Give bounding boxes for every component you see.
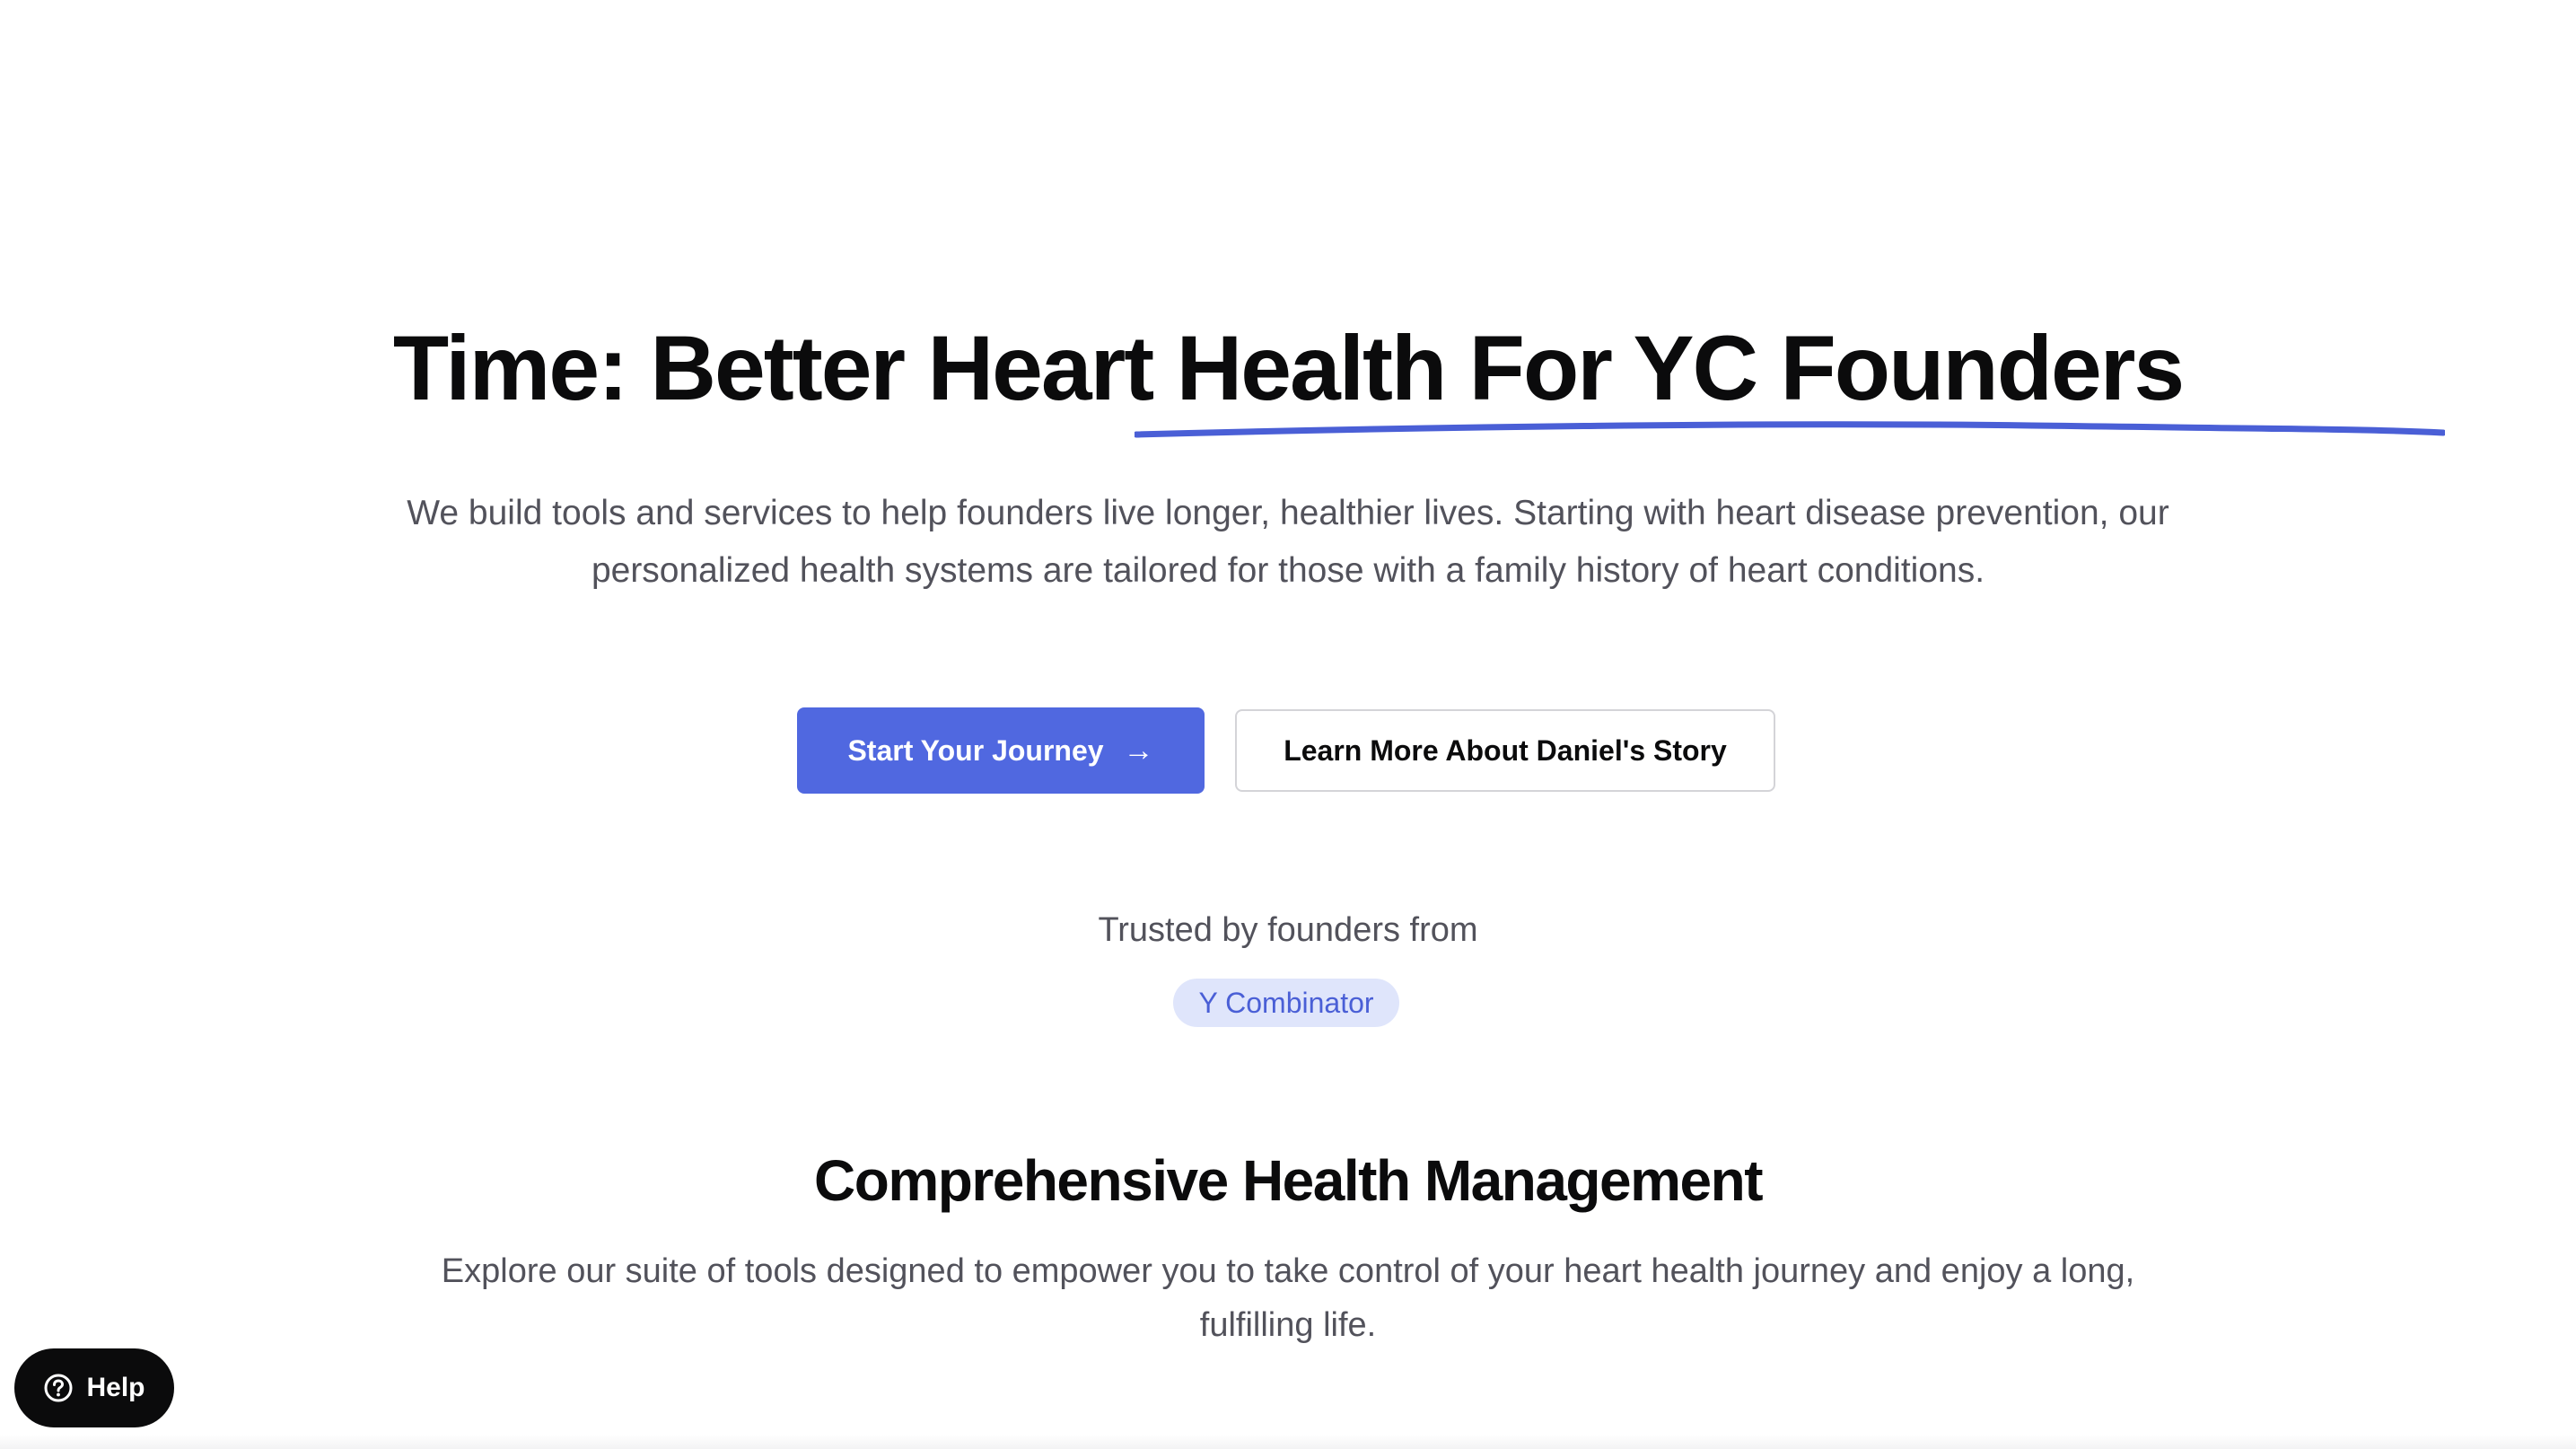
learn-more-button[interactable]: Learn More About Daniel's Story (1235, 709, 1775, 792)
cta-row: Start Your Journey → Learn More About Da… (0, 707, 2576, 795)
section-subtitle: Explore our suite of tools designed to e… (441, 1252, 2135, 1344)
help-label: Help (86, 1373, 145, 1402)
start-journey-button[interactable]: Start Your Journey → (797, 707, 1205, 794)
hero-subtitle: We build tools and services to help foun… (407, 494, 2169, 590)
start-journey-label: Start Your Journey (847, 733, 1104, 767)
y-combinator-badge: Y Combinator (1173, 979, 1399, 1027)
learn-more-label: Learn More About Daniel's Story (1284, 733, 1727, 767)
question-circle-icon (44, 1374, 73, 1402)
hero-title: Time: Better Heart Health For YC Founder… (392, 317, 2185, 419)
section-title: Comprehensive Health Management (814, 1148, 1764, 1213)
hero-section: Time: Better Heart Health For YC Founder… (0, 0, 2576, 1449)
title-underline-decoration (1135, 421, 2445, 438)
bottom-edge-shadow (0, 1435, 2576, 1449)
arrow-right-icon: → (1123, 733, 1154, 768)
trusted-by-label: Trusted by founders from (1098, 911, 1478, 949)
help-button[interactable]: Help (14, 1348, 174, 1427)
